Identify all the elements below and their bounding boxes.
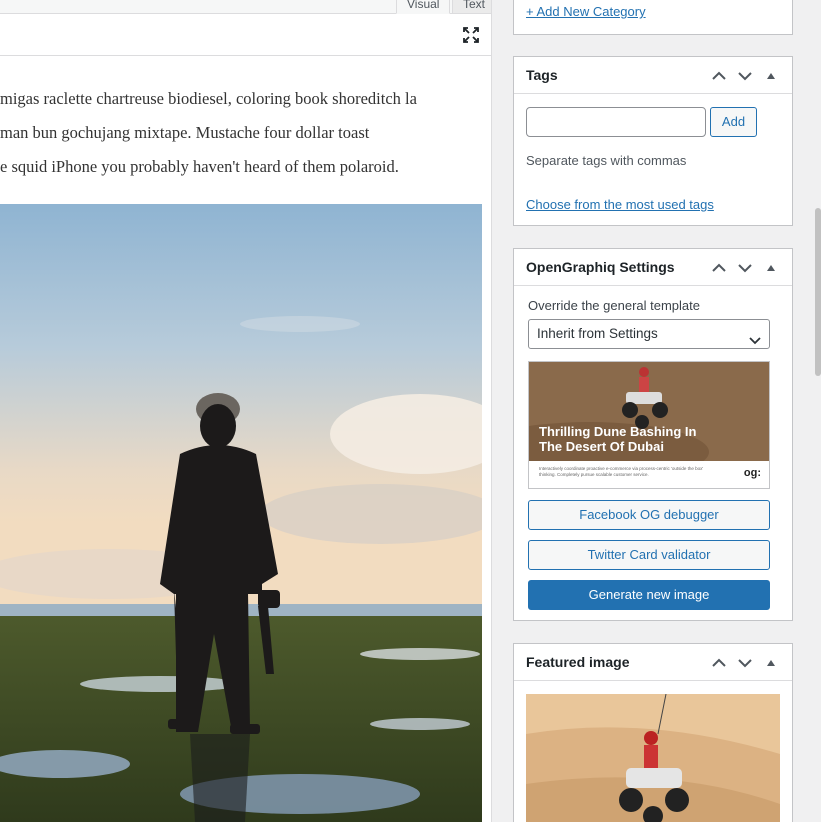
- fullscreen-icon[interactable]: [460, 24, 482, 46]
- content-line: e squid iPhone you probably haven't hear…: [0, 157, 399, 176]
- add-tag-button[interactable]: Add: [710, 107, 757, 137]
- page-root: Visual Text migas raclette chartreuse bi…: [0, 0, 821, 822]
- og-logo: og:: [743, 467, 761, 479]
- sidebar: + Add New Category Tags Add Separate tag…: [492, 0, 821, 822]
- post-editor: Visual Text migas raclette chartreuse bi…: [0, 0, 492, 822]
- tags-header: Tags: [514, 57, 792, 94]
- most-used-tags-link[interactable]: Choose from the most used tags: [526, 197, 714, 212]
- collapse-icon[interactable]: [760, 258, 782, 278]
- editor-tabs-bar: Visual Text: [0, 0, 491, 14]
- featured-image-header: Featured image: [514, 644, 792, 681]
- featured-image-box: Featured image: [513, 643, 793, 822]
- og-image-preview: Thrilling Dune Bashing In The Desert Of …: [528, 361, 770, 489]
- opengraphiq-box: OpenGraphiq Settings Override the genera…: [513, 248, 793, 621]
- collapse-icon[interactable]: [760, 66, 782, 86]
- scrollbar[interactable]: [815, 208, 821, 376]
- og-preview-headline: Thrilling Dune Bashing In The Desert Of …: [539, 424, 696, 454]
- move-down-icon[interactable]: [734, 653, 756, 673]
- collapse-icon[interactable]: [760, 653, 782, 673]
- tab-visual[interactable]: Visual: [396, 0, 451, 14]
- og-preview-footer: Interactively coordinate proactive e-com…: [529, 461, 769, 488]
- content-line: man bun gochujang mixtape. Mustache four…: [0, 123, 370, 142]
- move-up-icon[interactable]: [708, 66, 730, 86]
- editor-content[interactable]: migas raclette chartreuse biodiesel, col…: [0, 82, 417, 184]
- tags-title: Tags: [526, 67, 558, 83]
- box-controls: [708, 258, 782, 278]
- facebook-debugger-button[interactable]: Facebook OG debugger: [528, 500, 770, 530]
- opengraphiq-title: OpenGraphiq Settings: [526, 259, 675, 275]
- content-photo[interactable]: [0, 204, 482, 822]
- categories-box: + Add New Category: [513, 0, 793, 35]
- opengraphiq-header: OpenGraphiq Settings: [514, 249, 792, 286]
- template-select-value: Inherit from Settings: [537, 326, 658, 341]
- move-down-icon[interactable]: [734, 66, 756, 86]
- editor-toolbar: [0, 14, 491, 56]
- og-headline-line: Thrilling Dune Bashing In: [539, 424, 697, 439]
- og-preview-photo: Thrilling Dune Bashing In The Desert Of …: [529, 362, 769, 461]
- tab-text[interactable]: Text: [452, 0, 491, 14]
- move-down-icon[interactable]: [734, 258, 756, 278]
- featured-image-title: Featured image: [526, 654, 630, 670]
- chevron-down-icon: [749, 328, 761, 356]
- add-new-category-link[interactable]: + Add New Category: [526, 4, 646, 19]
- override-template-label: Override the general template: [528, 298, 700, 313]
- move-up-icon[interactable]: [708, 653, 730, 673]
- og-preview-small-text: Interactively coordinate proactive e-com…: [539, 466, 704, 477]
- box-controls: [708, 653, 782, 673]
- generate-image-button[interactable]: Generate new image: [528, 580, 770, 610]
- twitter-validator-button[interactable]: Twitter Card validator: [528, 540, 770, 570]
- move-up-icon[interactable]: [708, 258, 730, 278]
- box-controls: [708, 66, 782, 86]
- featured-image-thumbnail[interactable]: [526, 694, 780, 822]
- tags-box: Tags Add Separate tags with commas Choos…: [513, 56, 793, 226]
- tag-input[interactable]: [526, 107, 706, 137]
- content-line: migas raclette chartreuse biodiesel, col…: [0, 89, 417, 108]
- tag-hint: Separate tags with commas: [526, 153, 687, 168]
- og-headline-line: The Desert Of Dubai: [539, 439, 664, 454]
- template-select[interactable]: Inherit from Settings: [528, 319, 770, 349]
